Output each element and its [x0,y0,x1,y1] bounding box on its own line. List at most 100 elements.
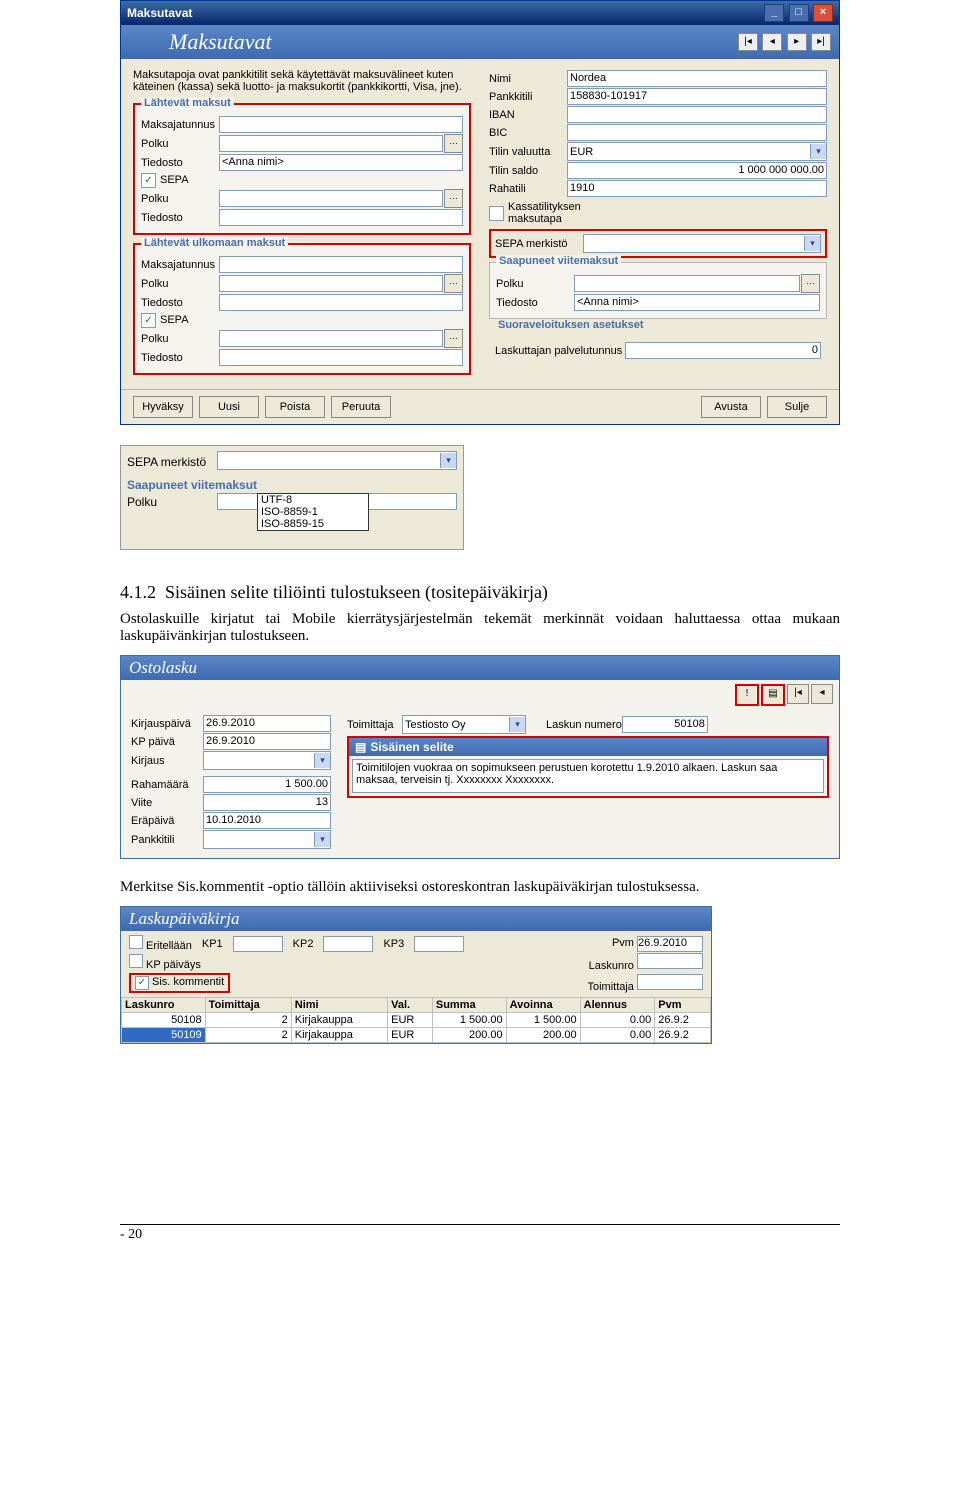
saldo-input[interactable]: 1 000 000 000.00 [567,162,827,179]
poista-button[interactable]: Poista [265,396,325,418]
col-avoinna[interactable]: Avoinna [506,998,580,1013]
sis-kommentit-checkbox[interactable]: ✓ [135,976,149,990]
eritellaan-checkbox[interactable] [129,935,143,949]
close-icon[interactable]: × [813,4,833,22]
option[interactable]: ISO-8859-15 [258,518,368,530]
tiedosto-input[interactable]: <Anna nimi> [574,294,820,311]
iban-input[interactable] [567,106,827,123]
col-alennus[interactable]: Alennus [580,998,655,1013]
laskun-numero-input[interactable]: 50108 [622,716,708,733]
maximize-icon[interactable]: □ [789,4,809,22]
option[interactable]: UTF-8 [258,494,368,506]
peruuta-button[interactable]: Peruuta [331,396,391,418]
kirjaus-select[interactable]: ▾ [203,751,331,770]
laskupaivakirja-title: Laskupäiväkirja [121,907,711,931]
rahamaara-label: Rahamäärä [131,779,203,791]
ostolasku-title: Ostolasku [121,656,839,680]
pankkitili-label: Pankkitili [489,91,567,103]
col-nimi[interactable]: Nimi [291,998,387,1013]
sepa-label: SEPA [160,174,238,186]
kp-paivays-checkbox[interactable] [129,954,143,968]
avusta-button[interactable]: Avusta [701,396,761,418]
chevron-down-icon: ▾ [314,832,330,847]
browse-icon[interactable]: … [444,274,463,293]
browse-icon[interactable]: … [444,329,463,348]
uusi-button[interactable]: Uusi [199,396,259,418]
option[interactable]: ISO-8859-1 [258,506,368,518]
rahamaara-input[interactable]: 1 500.00 [203,776,331,793]
kp-paiva-input[interactable]: 26.9.2010 [203,733,331,750]
kirjauspaiva-input[interactable]: 26.9.2010 [203,715,331,732]
polku-input[interactable] [574,275,800,292]
sisainen-selite-text[interactable]: Toimitilojen vuokraa on sopimukseen peru… [352,759,824,793]
saapuneet-group: Saapuneet viitemaksut Polku… Tiedosto<An… [489,262,827,319]
col-pvm[interactable]: Pvm [655,998,711,1013]
sulje-button[interactable]: Sulje [767,396,827,418]
maksajatunnus-input[interactable] [219,116,463,133]
kp1-input[interactable] [233,936,283,952]
viite-input[interactable]: 13 [203,794,331,811]
toimittaja-select[interactable]: Testiosto Oy▾ [402,715,526,734]
polku2-input[interactable] [219,330,443,347]
tiedosto2-input[interactable] [219,349,463,366]
bic-label: BIC [489,127,567,139]
group-title: Saapuneet viitemaksut [496,255,621,267]
kp3-input[interactable] [414,936,464,952]
col-summa[interactable]: Summa [432,998,506,1013]
kirjaus-label: Kirjaus [131,755,203,767]
tiedosto2-input[interactable] [219,209,463,226]
pankkitili-input[interactable]: 158830-101917 [567,88,827,105]
tiedosto-input[interactable]: <Anna nimi> [219,154,463,171]
nav-prev-icon[interactable]: ◂ [811,684,833,704]
nav-last-icon[interactable]: ▸| [811,33,831,51]
tiedosto-input[interactable] [219,294,463,311]
laskunro-input[interactable] [637,953,703,969]
dropdown-options[interactable]: UTF-8 ISO-8859-1 ISO-8859-15 [257,493,369,531]
kassa-checkbox[interactable] [489,206,504,221]
browse-icon[interactable]: … [444,189,463,208]
bic-input[interactable] [567,124,827,141]
sepa-merkisto-select[interactable]: ▾ [583,234,821,253]
rahatili-label: Rahatili [489,183,567,195]
polku2-input[interactable] [219,190,443,207]
chevron-down-icon: ▾ [509,717,525,732]
group-title: Lähtevät maksut [141,97,234,109]
sepa-checkbox[interactable]: ✓ [141,313,156,328]
nav-first-icon[interactable]: |◂ [787,684,809,704]
toimittaja-input[interactable] [637,974,703,990]
hyvaksy-button[interactable]: Hyväksy [133,396,193,418]
kp3-label: KP3 [383,938,404,950]
rahatili-input[interactable]: 1910 [567,180,827,197]
browse-icon[interactable]: … [801,274,820,293]
sepa-merkisto-select[interactable]: ▾ [217,451,457,470]
polku-label: Polku [141,278,219,290]
info-icon[interactable]: ! [735,684,759,706]
nav-next-icon[interactable]: ▸ [787,33,807,51]
laskuttaja-input[interactable]: 0 [625,342,821,359]
maksajatunnus-input[interactable] [219,256,463,273]
note-icon[interactable]: ▤ [761,684,785,706]
polku-input[interactable] [219,135,443,152]
col-laskunro[interactable]: Laskunro [122,998,206,1013]
tiedosto-label: Tiedosto [141,297,219,309]
col-toimittaja[interactable]: Toimittaja [205,998,291,1013]
sepa-checkbox[interactable]: ✓ [141,173,156,188]
browse-icon[interactable]: … [444,134,463,153]
table-row[interactable]: 501082KirjakauppaEUR1 500.001 500.000.00… [122,1013,711,1028]
valuutta-select[interactable]: EUR▾ [567,142,827,161]
nimi-input[interactable]: Nordea [567,70,827,87]
sisainen-selite-title: Sisäinen selite [370,740,453,754]
titlebar[interactable]: Maksutavat _ □ × [121,1,839,25]
col-val[interactable]: Val. [388,998,433,1013]
pankkitili-select[interactable]: ▾ [203,830,331,849]
kp2-input[interactable] [323,936,373,952]
minimize-icon[interactable]: _ [764,4,784,22]
iban-label: IBAN [489,109,567,121]
nav-prev-icon[interactable]: ◂ [762,33,782,51]
pvm-input[interactable]: 26.9.2010 [637,936,703,952]
table-row[interactable]: 501092KirjakauppaEUR200.00200.000.0026.9… [122,1028,711,1043]
polku-input[interactable] [219,275,443,292]
nav-first-icon[interactable]: |◂ [738,33,758,51]
suoraveloitus-group: Suoraveloituksen asetukset Laskuttajan p… [489,327,827,366]
erapaiva-input[interactable]: 10.10.2010 [203,812,331,829]
